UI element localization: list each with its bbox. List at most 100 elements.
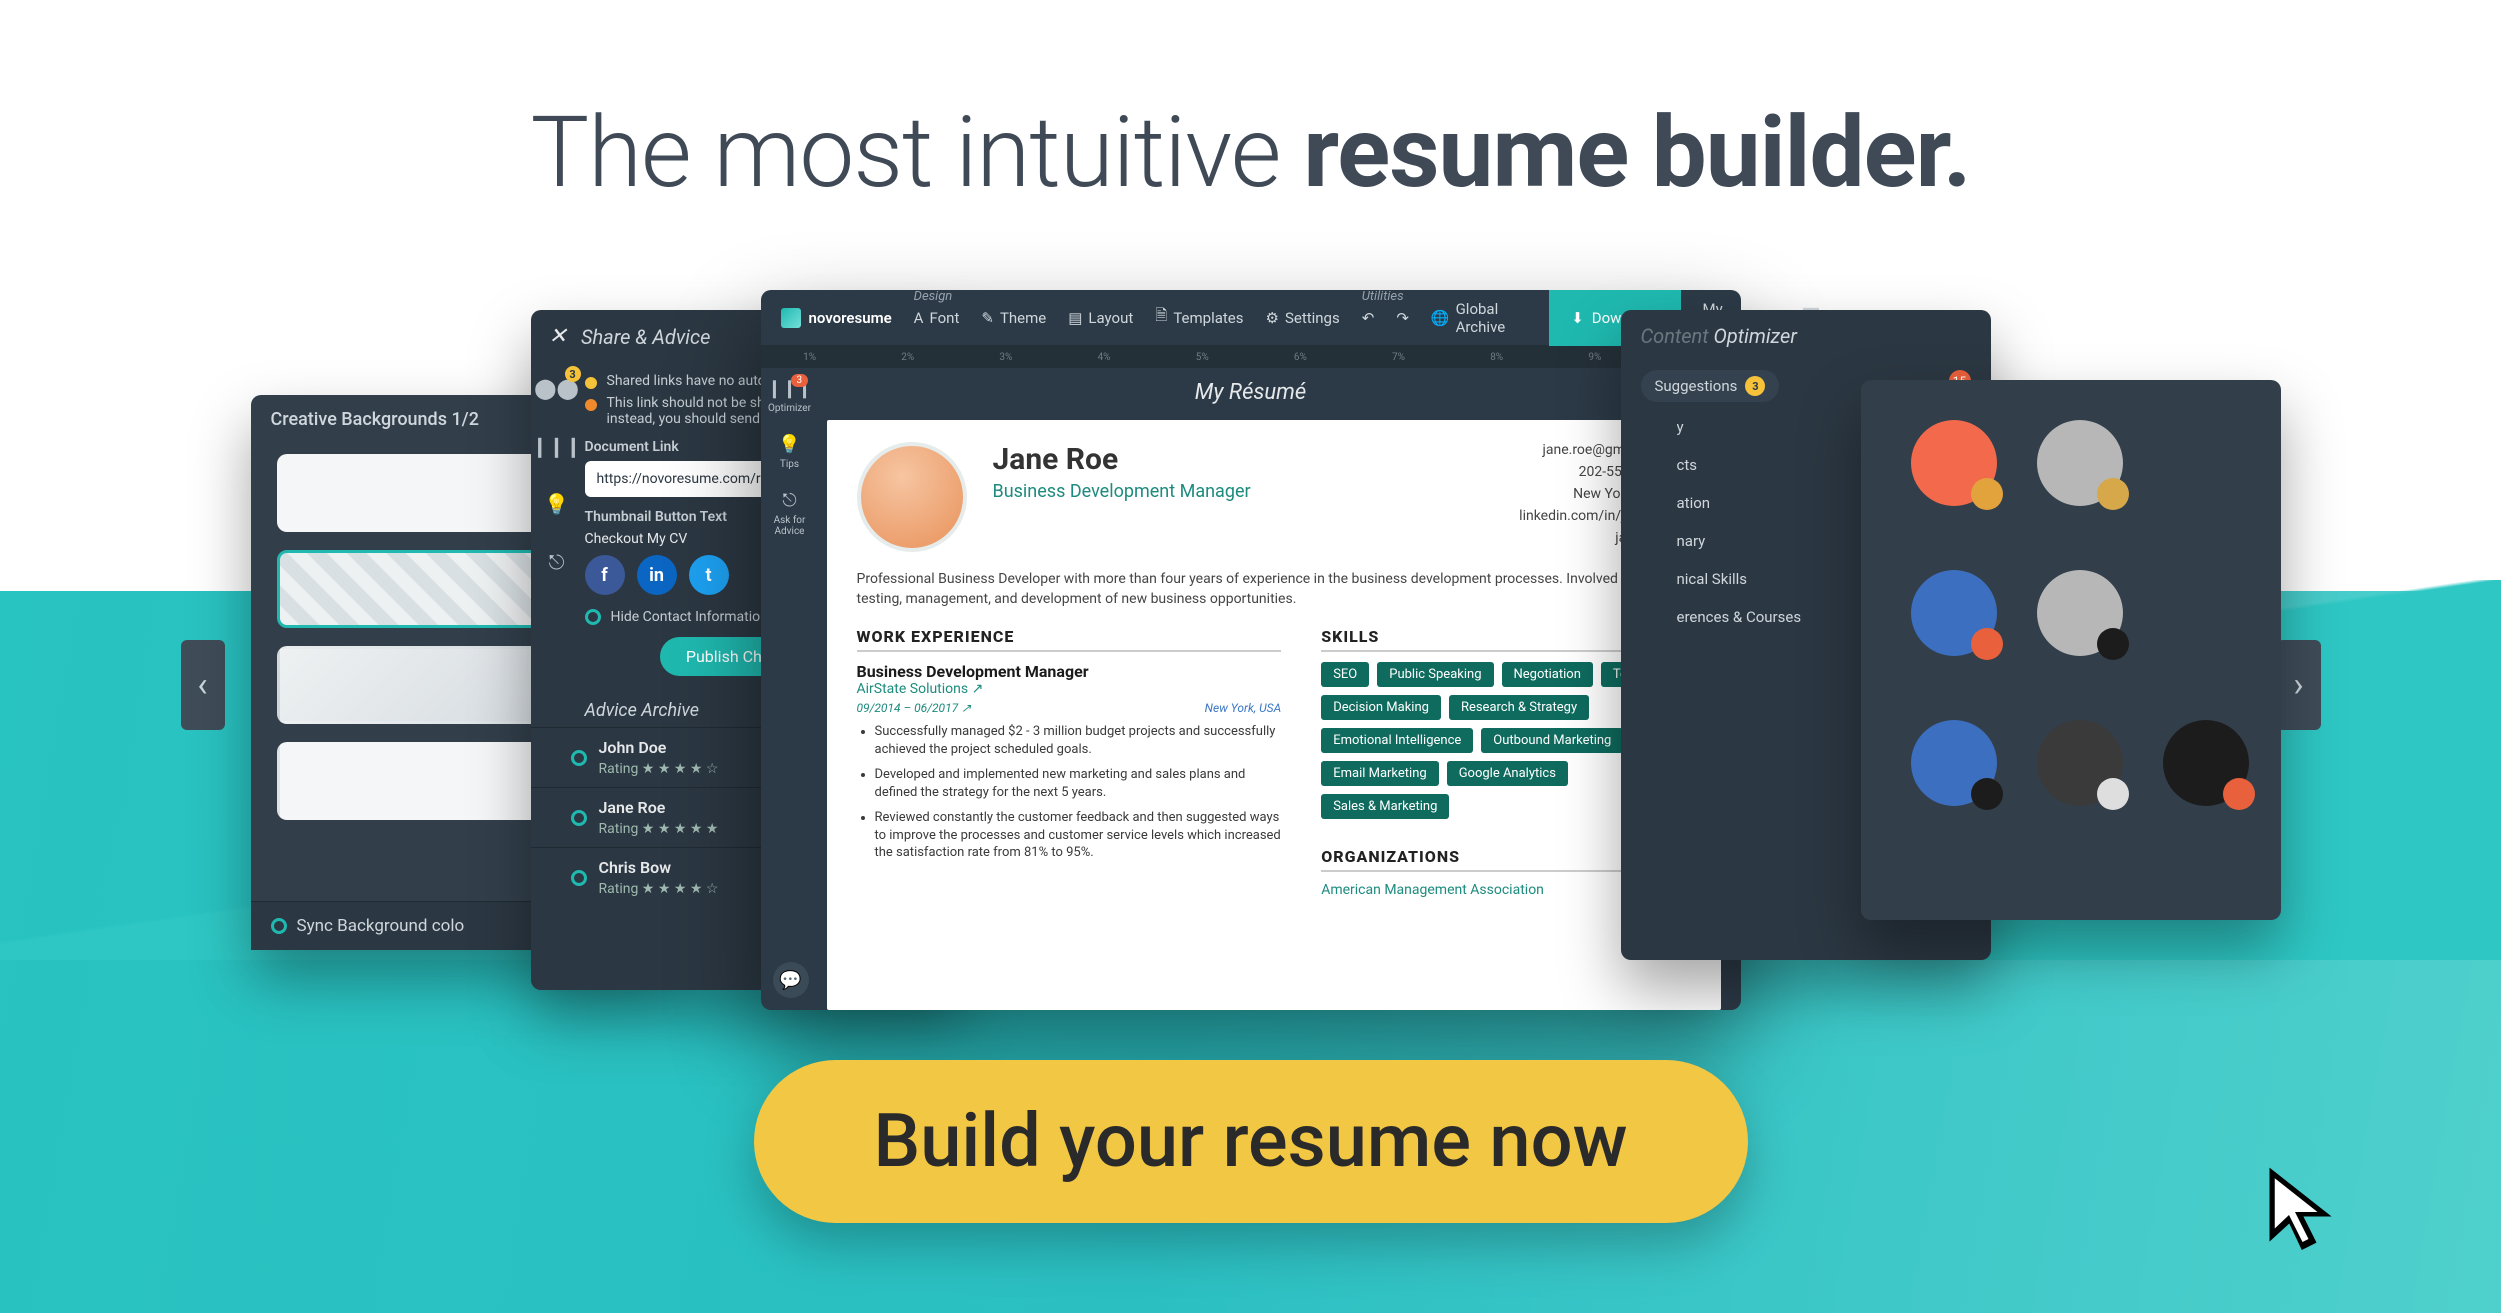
redo-tool[interactable]: ↷ [1396,309,1409,327]
layout-tool[interactable]: ▤Layout [1068,309,1133,327]
advisor-rating: Rating ★ ★ ★ ★ ★ [599,821,719,837]
facebook-icon[interactable]: f [585,555,625,595]
person-role: Business Development Manager [993,481,1494,502]
brand-name: novoresume [809,309,892,327]
job-location: New York, USA [1205,701,1282,715]
color-swatch[interactable] [1911,720,1997,806]
tips-icon: 💡 [778,434,800,455]
font-tool[interactable]: AFont [914,309,960,327]
settings-tool[interactable]: ⚙Settings [1266,309,1340,327]
color-swatch[interactable] [1911,420,1997,506]
document-title: My Résumé [761,380,1741,405]
suggestions-count: 3 [1745,376,1765,396]
share-left-icons: ⬤⬤ ❙❙❙ 💡 ⎋ [541,372,573,578]
share-advice-title: Share & Advice [581,325,710,349]
swatch-accent [2097,778,2129,810]
close-icon[interactable]: ✕ [549,324,567,349]
skill-chip: SEO [1321,662,1369,687]
skill-chip: Sales & Marketing [1321,794,1449,819]
topbar: novoresume Design AFont ✎Theme ▤Layout 🗎… [761,290,1741,346]
build-resume-cta[interactable]: Build your resume now [753,1060,1747,1223]
person-name: Jane Roe [993,442,1494,477]
advice-icon: ⎋ [782,490,796,511]
carousel-prev-button[interactable]: ‹ [181,640,225,730]
optimizer-title: Optimizer [1714,324,1797,348]
theme-icon: ✎ [981,309,994,327]
theme-colors-panel [1861,380,2281,920]
job-bullet: Reviewed constantly the customer feedbac… [875,809,1282,862]
skill-chip: Email Marketing [1321,761,1438,786]
logo-icon [781,308,801,328]
skill-chip: Negotiation [1502,662,1593,687]
job-company: AirState Solutions ↗ [857,681,1282,697]
swatch-accent [2097,628,2129,660]
ruler: 1%2%3%4%5%6%7%8%9%10 [761,346,1741,368]
advisor-name: John Doe [599,738,719,757]
color-swatch[interactable] [2037,720,2123,806]
utilities-group-label: Utilities [1362,289,1404,304]
layout-icon: ▤ [1068,309,1082,327]
redo-icon: ↷ [1396,309,1409,327]
download-icon: ⬇ [1571,309,1584,327]
summary-text: Professional Business Developer with mor… [857,570,1691,609]
design-group-label: Design [914,289,953,304]
advisor-rating: Rating ★ ★ ★ ★ ☆ [599,761,719,777]
advisor-ring-icon [571,870,587,886]
sync-background-label: Sync Background colo [297,916,465,936]
advisor-rating: Rating ★ ★ ★ ★ ☆ [599,881,719,897]
tuning-icon[interactable]: ❙❙❙ [541,430,573,462]
tips-rail-button[interactable]: 💡Tips [778,434,800,470]
advisor-name: Jane Roe [599,798,719,817]
cta-label: Build your resume now [873,1098,1627,1185]
bullet-icon [585,399,597,411]
advisor-ring-icon [571,750,587,766]
brand-logo[interactable]: novoresume [781,308,892,328]
bullet-icon [585,377,597,389]
templates-icon: 🗎 [1155,305,1167,330]
lightbulb-icon[interactable]: 💡 [541,488,573,520]
swatch-accent [2223,778,2255,810]
advisor-name: Chris Bow [599,858,719,877]
twitter-icon[interactable]: t [689,555,729,595]
suggestions-label: Suggestions [1655,377,1738,395]
optimizer-badge: 3 [791,374,809,387]
avatar [857,442,967,552]
skill-chip: Emotional Intelligence [1321,728,1473,753]
stage: ‹ › Creative Backgrounds 1/2 Sync Backgr… [101,290,2401,1010]
advisor-ring-icon [571,810,587,826]
skill-chip: Google Analytics [1447,761,1568,786]
job-dates: 09/2014 – 06/2017 ↗ [857,701,972,715]
skill-chip: Outbound Marketing [1481,728,1623,753]
sync-background-icon [271,918,287,934]
global-archive-tool[interactable]: 🌐Global Archive [1431,300,1505,336]
undo-tool[interactable]: ↶ [1362,309,1375,327]
chat-bubble-icon[interactable]: 💬 [773,962,809,998]
share-icon[interactable]: ⎋ [541,546,573,578]
job-bullets: Successfully managed $2 - 3 million budg… [857,723,1282,862]
carousel-next-button[interactable]: › [2277,640,2321,730]
job-bullet: Developed and implemented new marketing … [875,766,1282,801]
cursor-icon [2261,1167,2341,1257]
left-rail: 3 ❙❙❙Optimizer 💡Tips ⎋Ask for Advice [761,368,819,537]
linkedin-icon[interactable]: in [637,555,677,595]
suggestions-pill[interactable]: Suggestions 3 [1641,370,1780,402]
work-heading: WORK EXPERIENCE [857,627,1282,652]
headline: The most intuitive resume builder. [0,95,2501,210]
color-swatch[interactable] [2037,420,2123,506]
job-bullet: Successfully managed $2 - 3 million budg… [875,723,1282,758]
toggle-ring-icon [585,609,601,625]
alerts-icon[interactable]: ⬤⬤ [541,372,573,404]
undo-icon: ↶ [1362,309,1375,327]
color-swatch[interactable] [2163,720,2249,806]
resume-page: Jane Roe Business Development Manager ja… [827,420,1721,1010]
hide-contact-label: Hide Contact Information [611,609,768,625]
templates-tool[interactable]: 🗎Templates [1155,305,1243,330]
skill-chip: Public Speaking [1377,662,1493,687]
font-icon: A [914,309,924,327]
color-swatch[interactable] [2037,570,2123,656]
advice-rail-button[interactable]: ⎋Ask for Advice [774,490,806,537]
theme-tool[interactable]: ✎Theme [981,309,1046,327]
swatch-accent [1971,628,2003,660]
color-swatch[interactable] [1911,570,1997,656]
swatch-accent [1971,778,2003,810]
